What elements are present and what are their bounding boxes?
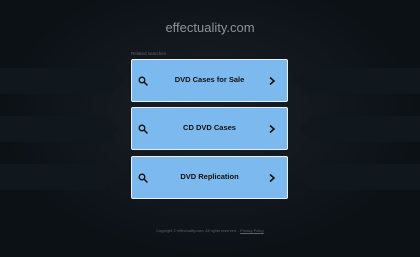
decorative-arrow-right-2 [298, 116, 420, 142]
search-card-label: CD DVD Cases [183, 123, 236, 132]
search-card-label: DVD Replication [180, 172, 239, 181]
related-searches-label: Related searches [131, 51, 167, 56]
decorative-arrow-left-3 [0, 164, 118, 190]
decorative-arrow-right-1 [293, 68, 420, 94]
site-title: effectuality.com [165, 20, 255, 35]
footer-copyright: Copyright © effectuality.com. All rights… [156, 229, 237, 233]
search-card-dvd-replication[interactable]: DVD Replication [131, 156, 288, 199]
chevron-right-icon [269, 173, 276, 183]
chevron-right-icon [269, 76, 276, 86]
search-card-cd-dvd-cases[interactable]: CD DVD Cases [131, 107, 288, 150]
decorative-arrow-right-3 [300, 164, 420, 190]
chevron-right-icon [269, 124, 276, 134]
footer: Copyright © effectuality.com. All rights… [0, 229, 420, 233]
search-card-dvd-cases-for-sale[interactable]: DVD Cases for Sale [131, 59, 288, 102]
privacy-policy-link[interactable]: Privacy Policy [240, 229, 264, 233]
decorative-arrow-left-1 [0, 68, 125, 94]
search-card-label: DVD Cases for Sale [174, 75, 245, 84]
decorative-arrow-left-2 [0, 116, 120, 142]
